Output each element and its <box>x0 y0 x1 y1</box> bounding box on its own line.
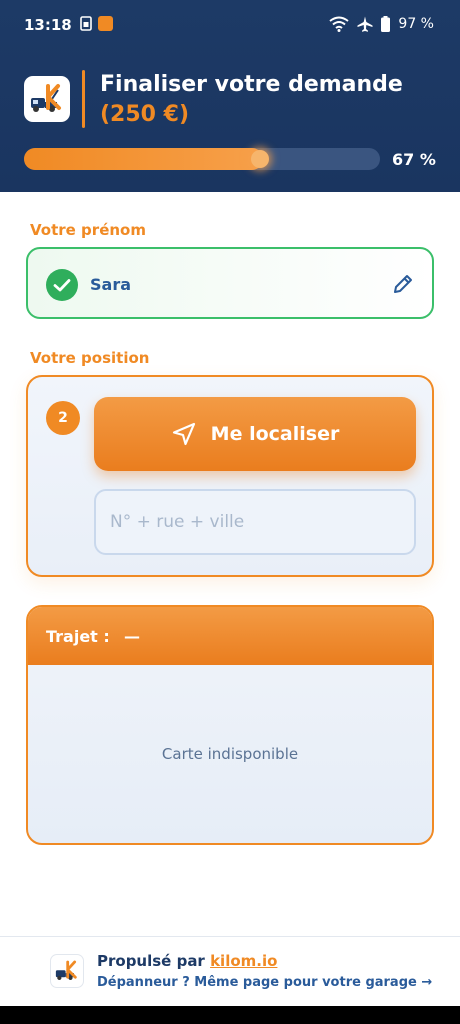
sim-icon <box>80 16 92 31</box>
map-unavailable-message: Carte indisponible <box>161 745 299 763</box>
garage-link[interactable]: Dépanneur ? Même page pour votre garage … <box>97 975 432 990</box>
route-header: Trajet : — <box>28 607 432 665</box>
position-label: Votre position <box>30 349 150 367</box>
firstname-field[interactable]: Sara <box>26 247 434 319</box>
battery-percent: 97 % <box>398 16 434 32</box>
progress-bar <box>24 148 380 170</box>
status-bar: 13:18 97 % <box>0 0 460 50</box>
progress-fill <box>24 148 263 170</box>
battery-icon <box>381 16 391 32</box>
title-divider <box>82 70 85 128</box>
app-notification-icon <box>98 16 113 31</box>
step-badge: 2 <box>46 401 80 435</box>
status-time: 13:18 <box>24 16 72 34</box>
powered-by: Propulsé par kilom.io <box>97 952 277 970</box>
tow-truck-logo-icon <box>55 960 77 981</box>
footer-logo <box>50 954 84 988</box>
check-icon <box>46 269 78 301</box>
page-title: Finaliser votre demande <box>100 72 403 97</box>
price-label: (250 €) <box>100 102 189 127</box>
firstname-value: Sara <box>90 275 132 294</box>
system-navigation-bar <box>0 1006 460 1024</box>
tow-truck-logo-icon <box>31 84 61 112</box>
progress-percent: 67 % <box>392 150 436 169</box>
footer: Propulsé par kilom.io Dépanneur ? Même p… <box>0 936 460 1006</box>
airplane-icon <box>357 16 373 32</box>
progress-knob <box>251 150 269 168</box>
wifi-icon <box>329 16 350 32</box>
powered-prefix: Propulsé par <box>97 952 205 970</box>
kilom-link[interactable]: kilom.io <box>210 952 277 970</box>
route-label: Trajet : <box>46 627 110 646</box>
position-card: 2 Me localiser <box>26 375 434 577</box>
locate-button-label: Me localiser <box>210 423 340 445</box>
app-logo <box>24 76 70 122</box>
status-left-icons <box>80 16 113 31</box>
address-input[interactable] <box>94 489 416 555</box>
pencil-icon[interactable] <box>392 273 414 295</box>
navigation-arrow-icon <box>172 422 195 446</box>
route-card: Trajet : — Carte indisponible <box>26 605 434 845</box>
route-value: — <box>124 627 140 646</box>
firstname-label: Votre prénom <box>30 221 146 239</box>
header: 13:18 97 % Finaliser votre demande (250 … <box>0 0 460 192</box>
locate-me-button[interactable]: Me localiser <box>94 397 416 471</box>
status-right: 97 % <box>329 16 434 32</box>
